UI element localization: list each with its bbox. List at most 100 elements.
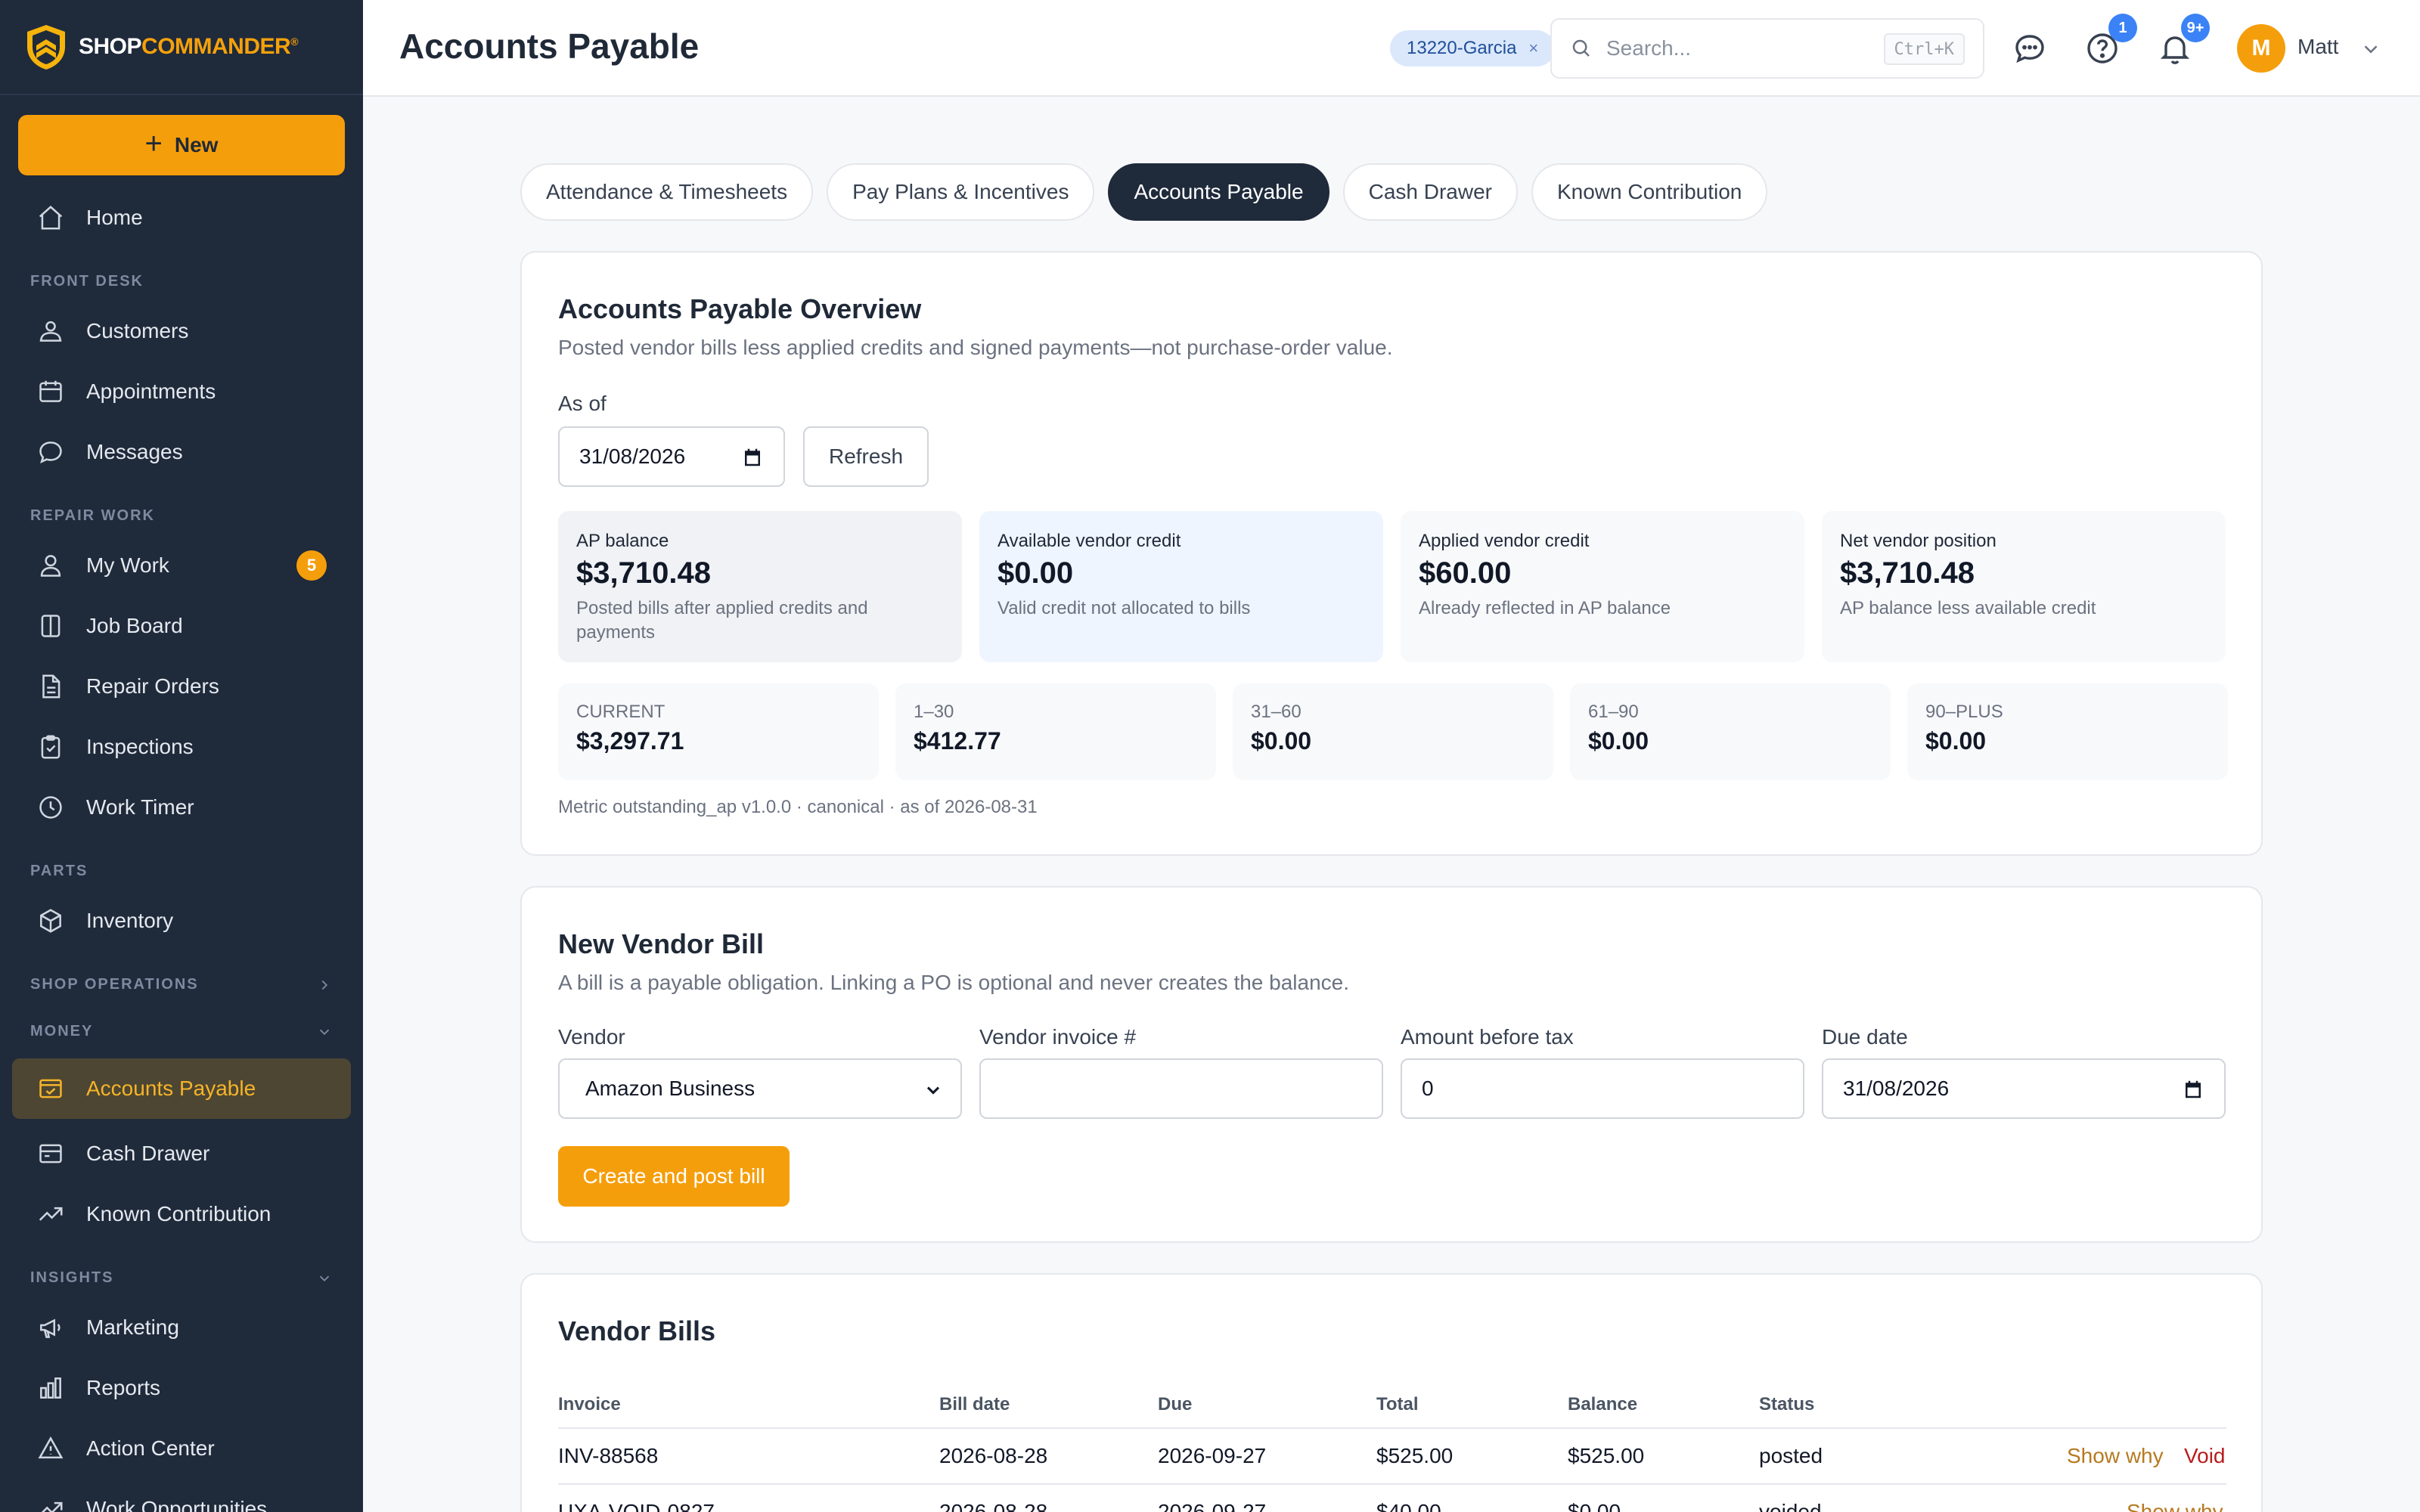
sidebar-item-job-board[interactable]: Job Board xyxy=(0,596,363,656)
col-status[interactable]: Status xyxy=(1759,1383,1814,1427)
create-post-bill-button[interactable]: Create and post bill xyxy=(558,1146,790,1207)
new-bill-title: New Vendor Bill xyxy=(558,928,765,959)
sidebar-item-marketing[interactable]: Marketing xyxy=(0,1297,363,1358)
customers-icon xyxy=(39,321,62,342)
stat-value: $3,710.48 xyxy=(576,556,711,590)
tab-attendance-timesheets[interactable]: Attendance & Timesheets xyxy=(520,163,814,221)
sidebar-item-my-work[interactable]: My Work 5 xyxy=(0,535,363,596)
new-bill-subtitle: A bill is a payable obligation. Linking … xyxy=(558,971,1350,994)
messages-button[interactable] xyxy=(2012,30,2048,67)
overview-card: Accounts Payable Overview Posted vendor … xyxy=(520,251,2263,856)
section-label: REPAIR WORK xyxy=(30,507,155,524)
stat-label: Applied vendor credit xyxy=(1419,531,1590,551)
cell-status: voided xyxy=(1759,1500,1822,1512)
section-money[interactable]: MONEY xyxy=(0,1004,363,1051)
aging-value: $0.00 xyxy=(1925,727,1987,754)
document-icon xyxy=(42,674,60,699)
search-input[interactable] xyxy=(1606,36,1863,60)
brand-part-1: SHOP xyxy=(79,34,142,59)
tab-bar: Attendance & Timesheets Pay Plans & Ince… xyxy=(520,163,1768,221)
overview-subtitle: Posted vendor bills less applied credits… xyxy=(558,336,1393,359)
context-chip[interactable]: 13220-Garcia × xyxy=(1390,30,1556,67)
table-row: INV-88568 2026-08-28 2026-09-27 $525.00 … xyxy=(558,1429,2226,1485)
stat-note: Posted bills after applied credits and p… xyxy=(576,598,868,643)
new-button[interactable]: + New xyxy=(18,115,345,175)
sidebar-item-messages[interactable]: Messages xyxy=(0,422,363,482)
tab-pay-plans-incentives[interactable]: Pay Plans & Incentives xyxy=(827,163,1095,221)
vendor-invoice-input[interactable] xyxy=(979,1058,1383,1119)
calendar-icon[interactable] xyxy=(741,446,764,469)
as-of-date-input[interactable]: 31/08/2026 xyxy=(558,426,785,487)
search-box[interactable]: Ctrl+K xyxy=(1550,18,1984,79)
aging-value: $3,297.71 xyxy=(576,727,684,754)
warning-icon xyxy=(38,1436,64,1459)
calendar-icon[interactable] xyxy=(2182,1078,2204,1101)
sidebar-item-work-timer[interactable]: Work Timer xyxy=(0,777,363,838)
col-bill-date[interactable]: Bill date xyxy=(939,1383,1010,1427)
megaphone-icon xyxy=(40,1318,60,1338)
sidebar-nav: Home FRONT DESK Customers Appointments M… xyxy=(0,187,363,1512)
section-label: FRONT DESK xyxy=(30,273,144,290)
tab-known-contribution[interactable]: Known Contribution xyxy=(1531,163,1768,221)
sidebar-item-label: Inventory xyxy=(86,909,174,932)
metric-note: Metric outstanding_ap v1.0.0 · canonical… xyxy=(558,797,1038,817)
chip-close-icon[interactable]: × xyxy=(1528,39,1538,58)
sidebar-item-inventory[interactable]: Inventory xyxy=(0,891,363,951)
sidebar-item-reports[interactable]: Reports xyxy=(0,1358,363,1418)
sidebar-item-label: Marketing xyxy=(86,1315,179,1339)
help-button[interactable]: 1 xyxy=(2084,14,2137,67)
brand-part-2: COMMANDER xyxy=(141,34,291,59)
section-insights[interactable]: INSIGHTS xyxy=(0,1244,363,1297)
col-invoice[interactable]: Invoice xyxy=(558,1383,621,1427)
sidebar-item-repair-orders[interactable]: Repair Orders xyxy=(0,656,363,717)
stat-value: $0.00 xyxy=(997,556,1074,590)
vendor-label: Vendor xyxy=(558,1025,625,1049)
user-name[interactable]: Matt xyxy=(2297,35,2338,59)
section-label: SHOP OPERATIONS xyxy=(30,976,199,993)
col-due[interactable]: Due xyxy=(1158,1383,1192,1427)
sidebar-item-known-contribution[interactable]: Known Contribution xyxy=(0,1184,363,1244)
sidebar-item-inspections[interactable]: Inspections xyxy=(0,717,363,777)
cell-total: $525.00 xyxy=(1376,1444,1454,1467)
void-link[interactable]: Void xyxy=(2184,1429,2226,1483)
aging-label: CURRENT xyxy=(576,702,666,722)
tab-accounts-payable[interactable]: Accounts Payable xyxy=(1108,163,1329,221)
stat-label: Available vendor credit xyxy=(997,531,1181,551)
brand[interactable]: SHOPCOMMANDER® xyxy=(0,0,363,95)
cell-due: 2026-09-27 xyxy=(1158,1500,1267,1512)
due-date-input[interactable]: 31/08/2026 xyxy=(1822,1058,2226,1119)
aging-label: 61–90 xyxy=(1588,702,1639,722)
col-total[interactable]: Total xyxy=(1376,1383,1419,1427)
notifications-button[interactable]: 9+ xyxy=(2157,14,2210,67)
vendor-select[interactable]: Amazon Business xyxy=(558,1058,962,1119)
stat-value: $60.00 xyxy=(1419,556,1512,590)
sidebar-item-customers[interactable]: Customers xyxy=(0,301,363,361)
sidebar-item-label: Repair Orders xyxy=(86,674,219,698)
sidebar-item-label: Inspections xyxy=(86,735,194,758)
clipboard-check-icon xyxy=(41,735,60,759)
search-icon xyxy=(1572,39,1590,57)
sidebar-item-action-center[interactable]: Action Center xyxy=(0,1418,363,1479)
sidebar-item-cash-drawer[interactable]: Cash Drawer xyxy=(0,1123,363,1184)
chevron-down-icon[interactable] xyxy=(2360,38,2382,60)
avatar[interactable]: M xyxy=(2237,24,2285,73)
stat-net-position: Net vendor position $3,710.48 AP balance… xyxy=(1822,511,2226,662)
cash-drawer-icon xyxy=(39,1144,62,1163)
col-balance[interactable]: Balance xyxy=(1568,1383,1637,1427)
aging-value: $412.77 xyxy=(914,727,1001,754)
sidebar-item-label: Work Opportunities xyxy=(86,1497,268,1512)
show-why-link[interactable]: Show why xyxy=(2067,1429,2164,1483)
section-shop-operations[interactable]: SHOP OPERATIONS xyxy=(0,951,363,1004)
sidebar-item-appointments[interactable]: Appointments xyxy=(0,361,363,422)
box-icon xyxy=(40,909,61,933)
refresh-button[interactable]: Refresh xyxy=(803,426,929,487)
tab-cash-drawer[interactable]: Cash Drawer xyxy=(1342,163,1518,221)
new-bill-card: New Vendor Bill A bill is a payable obli… xyxy=(520,886,2263,1243)
sidebar: SHOPCOMMANDER® + New Home FRONT DESK Cus… xyxy=(0,0,363,1512)
sidebar-item-accounts-payable[interactable]: Accounts Payable xyxy=(12,1058,351,1119)
show-why-link[interactable]: Show why xyxy=(2127,1485,2223,1512)
sidebar-item-work-opportunities[interactable]: Work Opportunities xyxy=(0,1479,363,1512)
vendor-bills-title: Vendor Bills xyxy=(558,1315,716,1346)
amount-input[interactable]: 0 xyxy=(1401,1058,1804,1119)
sidebar-item-home[interactable]: Home xyxy=(0,187,363,248)
